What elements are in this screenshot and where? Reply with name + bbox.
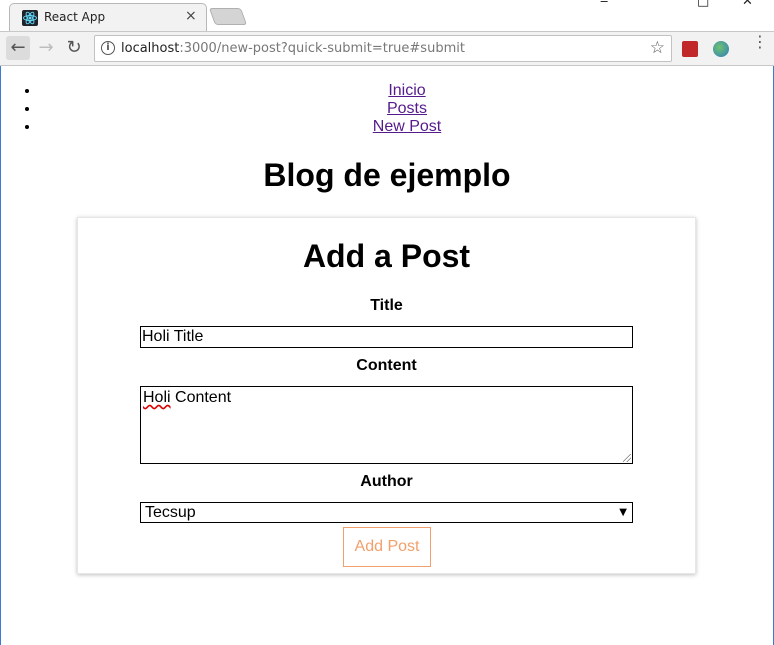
address-bar[interactable]: i localhost:3000/new-post?quick-submit=t… (94, 35, 672, 62)
author-label: Author (360, 473, 413, 490)
main-nav: Inicio Posts New Post (0, 82, 774, 136)
page-title: Blog de ejemplo (263, 157, 511, 193)
browser-tabstrip: React App × ‒ □ ✕ (0, 0, 774, 32)
misspelled-word: Holi (143, 389, 171, 406)
nav-item-inicio: Inicio (40, 82, 774, 100)
nav-link-new-post[interactable]: New Post (373, 118, 441, 135)
nav-link-posts[interactable]: Posts (387, 100, 427, 117)
chevron-down-icon: ▼ (619, 507, 627, 518)
url-text[interactable]: localhost:3000/new-post?quick-submit=tru… (121, 41, 465, 56)
window-close-icon[interactable]: ✕ (742, 0, 753, 9)
content-textarea[interactable]: Holi Content (140, 386, 633, 464)
close-icon[interactable]: × (185, 8, 197, 24)
forward-arrow-icon[interactable]: → (34, 36, 58, 60)
bookmark-star-icon[interactable]: ☆ (650, 38, 665, 58)
resize-handle-icon[interactable] (623, 454, 631, 462)
form-heading: Add a Post (302, 238, 471, 274)
add-post-button[interactable]: Add Post (343, 527, 431, 567)
nav-link-inicio[interactable]: Inicio (388, 82, 425, 99)
back-arrow-icon[interactable]: ← (6, 36, 30, 60)
maximize-icon[interactable]: □ (697, 0, 709, 9)
page-content: Inicio Posts New Post Blog de ejemplo Ad… (0, 66, 774, 645)
title-input[interactable]: Holi Title (140, 326, 633, 348)
author-select[interactable]: Tecsup ▼ (140, 502, 633, 523)
browser-toolbar: ← → ↻ i localhost:3000/new-post?quick-su… (0, 31, 774, 66)
browser-tab[interactable]: React App × (9, 3, 207, 32)
author-selected-value: Tecsup (145, 504, 196, 521)
title-label: Title (370, 297, 403, 314)
new-tab-button[interactable] (208, 8, 248, 25)
globe-extension-icon[interactable] (713, 41, 729, 57)
more-menu-icon[interactable]: ⋮ (752, 34, 768, 50)
react-favicon-icon (22, 10, 38, 26)
tab-title: React App (44, 10, 106, 24)
nav-item-posts: Posts (40, 100, 774, 118)
minimize-icon[interactable]: ‒ (600, 0, 608, 9)
content-label: Content (356, 357, 417, 374)
extension-icon[interactable] (682, 41, 698, 57)
nav-item-new-post: New Post (40, 118, 774, 136)
add-post-card: Add a Post Title Holi Title Content Holi… (77, 217, 696, 574)
content-text: Content (170, 389, 232, 406)
reload-icon[interactable]: ↻ (62, 36, 86, 60)
info-icon[interactable]: i (101, 41, 115, 55)
